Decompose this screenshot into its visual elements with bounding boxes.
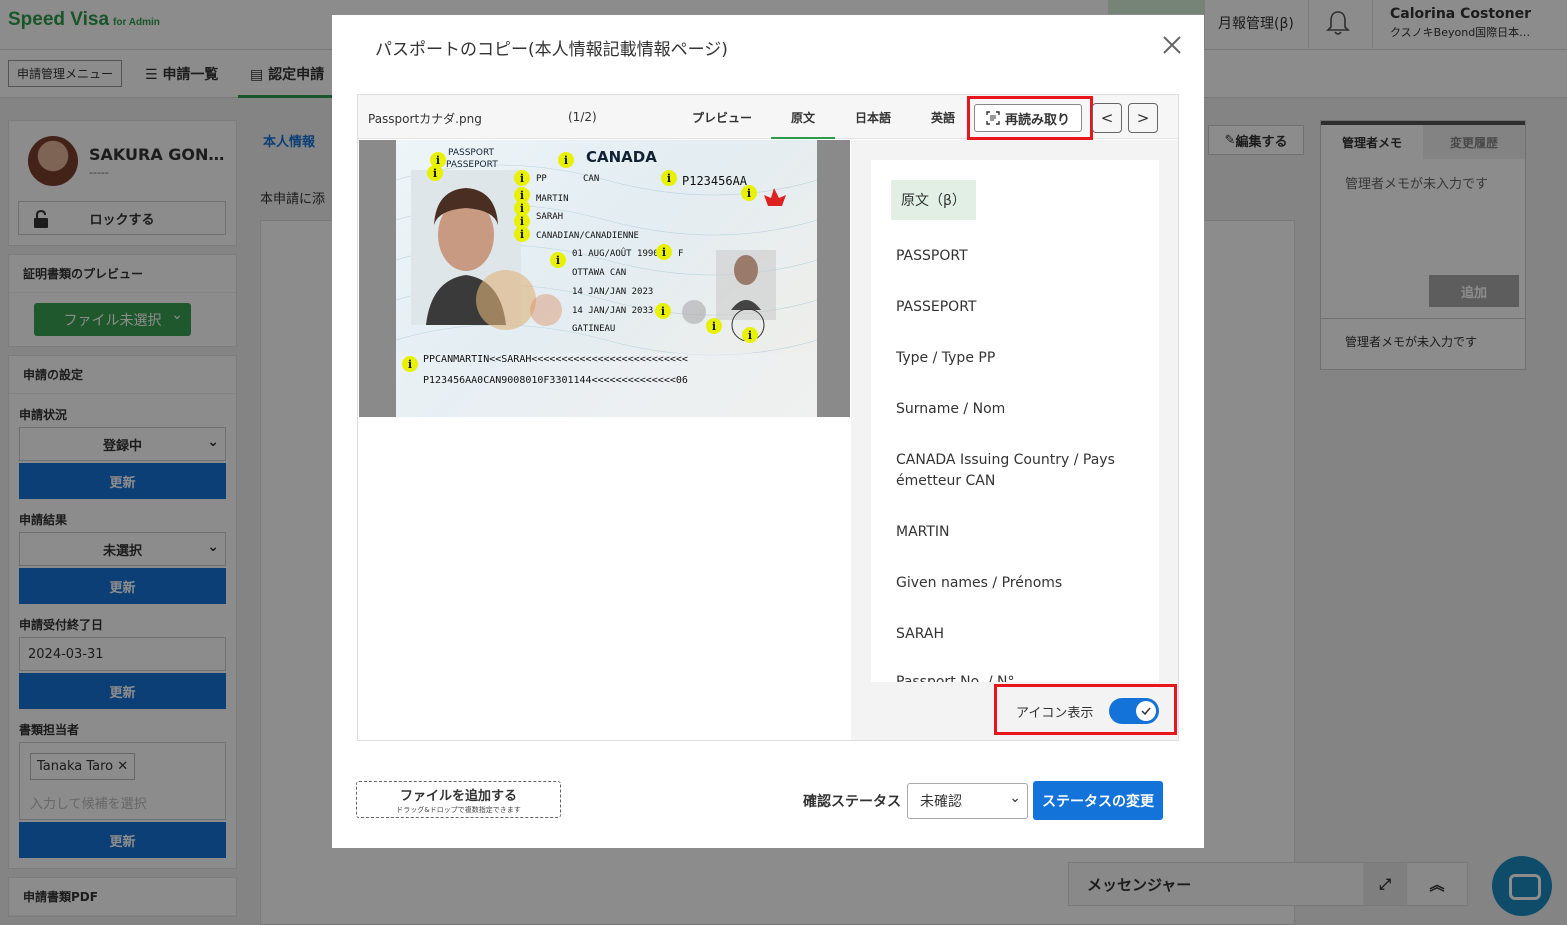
passport-dob: 01 AUG/AOÛT 1990 bbox=[572, 249, 659, 259]
info-marker-icon[interactable]: i bbox=[427, 165, 443, 181]
passport-authority: GATINEAU bbox=[572, 324, 616, 334]
highlight-toggle bbox=[994, 684, 1177, 735]
info-marker-icon[interactable]: i bbox=[655, 303, 671, 319]
info-marker-icon[interactable]: i bbox=[742, 327, 758, 343]
passport-issue: 14 JAN/JAN 2023 bbox=[572, 287, 654, 297]
image-area: PASSPORT PASSEPORT CANADA PP CAN P123456… bbox=[358, 140, 850, 740]
page-indicator: (1/2) bbox=[568, 110, 597, 124]
tab-original[interactable]: 原文 bbox=[791, 109, 815, 126]
prev-button[interactable]: < bbox=[1092, 103, 1122, 133]
ocr-item: PASSEPORT bbox=[896, 299, 977, 315]
passport-mrz-2: P123456AA0CAN9008010F3301144<<<<<<<<<<<<… bbox=[423, 375, 688, 386]
passport-type: PP bbox=[536, 174, 547, 184]
ocr-item: Type / Type PP bbox=[896, 350, 996, 366]
info-marker-icon[interactable]: i bbox=[741, 185, 757, 201]
add-file-label: ファイルを追加する bbox=[399, 789, 517, 804]
passport-header-1: PASSPORT bbox=[448, 148, 495, 158]
ocr-panel: 原文（β） PASSPORT PASSEPORT Type / Type PP … bbox=[851, 140, 1178, 740]
viewer-header: Passportカナダ.png (1/2) プレビュー 原文 日本語 英語 再読… bbox=[358, 95, 1178, 140]
ocr-item: SARAH bbox=[896, 626, 944, 642]
document-viewer: Passportカナダ.png (1/2) プレビュー 原文 日本語 英語 再読… bbox=[357, 94, 1179, 741]
highlight-reread bbox=[967, 96, 1093, 140]
passport-modal: パスポートのコピー(本人情報記載情報ページ) Passportカナダ.png (… bbox=[332, 15, 1204, 848]
tab-english[interactable]: 英語 bbox=[931, 109, 955, 126]
confirm-status-label: 確認ステータス bbox=[803, 794, 901, 810]
ocr-item: Surname / Nom bbox=[896, 401, 1006, 417]
info-marker-icon[interactable]: i bbox=[514, 170, 530, 186]
change-status-button[interactable]: ステータスの変更 bbox=[1033, 781, 1163, 820]
info-marker-icon[interactable]: i bbox=[514, 226, 530, 242]
modal-title: パスポートのコピー(本人情報記載情報ページ) bbox=[375, 40, 728, 60]
ocr-text-list[interactable]: 原文（β） PASSPORT PASSEPORT Type / Type PP … bbox=[871, 160, 1159, 682]
confirm-status-select[interactable]: 未確認 bbox=[907, 783, 1028, 819]
ocr-item: PASSPORT bbox=[896, 248, 968, 264]
passport-backdrop: PASSPORT PASSEPORT CANADA PP CAN P123456… bbox=[359, 140, 850, 417]
close-icon[interactable] bbox=[1160, 33, 1184, 57]
passport-given: SARAH bbox=[536, 212, 564, 222]
info-marker-icon[interactable]: i bbox=[402, 356, 418, 372]
ocr-item: CANADA Issuing Country / Pays émetteur C… bbox=[896, 452, 1115, 489]
passport-country: CANADA bbox=[586, 148, 657, 166]
passport-expiry: 14 JAN/JAN 2033 bbox=[572, 306, 654, 316]
info-marker-icon[interactable]: i bbox=[706, 318, 722, 334]
passport-header-2: PASSEPORT bbox=[446, 160, 498, 170]
passport-code: CAN bbox=[583, 174, 600, 184]
info-marker-icon[interactable]: i bbox=[550, 252, 566, 268]
next-button[interactable]: > bbox=[1128, 103, 1158, 133]
info-marker-icon[interactable]: i bbox=[558, 152, 574, 168]
add-file-dropzone[interactable]: ファイルを追加する ドラッグ&ドロップで複数指定できます bbox=[356, 781, 561, 818]
passport-sex: F bbox=[678, 249, 684, 259]
passport-number: P123456AA bbox=[682, 174, 748, 188]
info-marker-icon[interactable]: i bbox=[661, 170, 677, 186]
tab-japanese[interactable]: 日本語 bbox=[855, 109, 891, 126]
ocr-item: MARTIN bbox=[896, 524, 950, 540]
passport-image[interactable]: PASSPORT PASSEPORT CANADA PP CAN P123456… bbox=[396, 140, 817, 417]
add-file-hint: ドラッグ&ドロップで複数指定できます bbox=[396, 806, 521, 814]
info-marker-icon[interactable]: i bbox=[656, 244, 672, 260]
passport-surname: MARTIN bbox=[536, 194, 569, 204]
passport-pob: OTTAWA CAN bbox=[572, 268, 627, 278]
tab-preview[interactable]: プレビュー bbox=[692, 109, 752, 126]
passport-nationality: CANADIAN/CANADIENNE bbox=[536, 231, 639, 241]
passport-mrz-1: PPCANMARTIN<<SARAH<<<<<<<<<<<<<<<<<<<<<<… bbox=[423, 354, 688, 365]
file-name: Passportカナダ.png bbox=[368, 112, 482, 126]
ocr-item: Given names / Prénoms bbox=[896, 575, 1063, 591]
ocr-badge: 原文（β） bbox=[891, 180, 976, 220]
ocr-item: Passport No. / N°... bbox=[896, 674, 1028, 682]
